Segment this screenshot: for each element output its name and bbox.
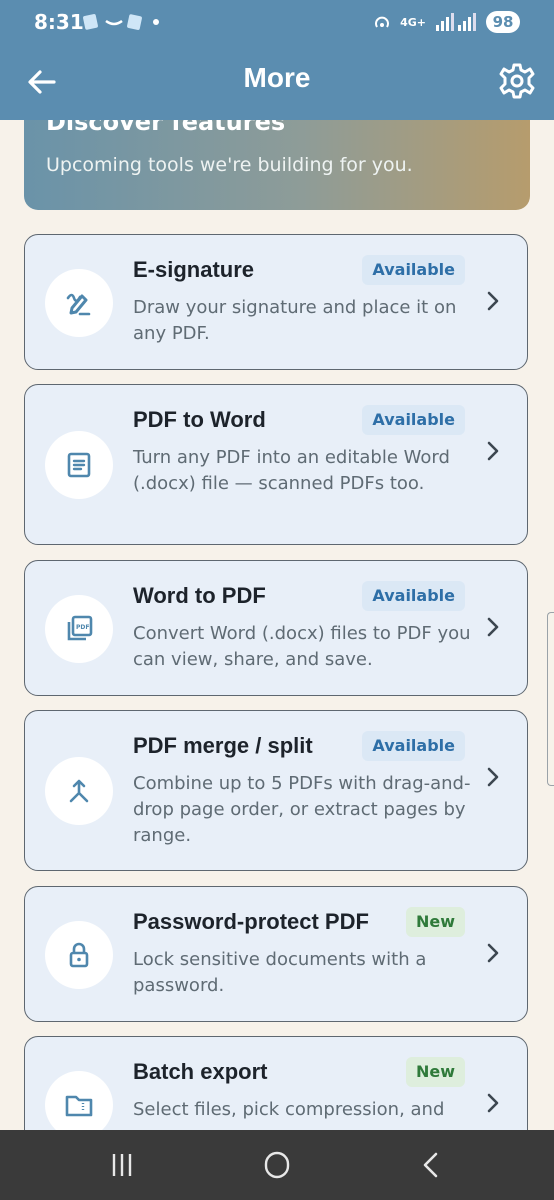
status-badge: Available [362, 255, 465, 285]
gear-icon[interactable] [498, 62, 536, 100]
status-badge: New [405, 907, 465, 937]
feature-card-password-protect[interactable]: Password-protect PDF New Lock sensitive … [24, 886, 528, 1022]
home-icon[interactable] [257, 1148, 297, 1182]
feature-card-pdf-merge-split[interactable]: PDF merge / split Available Combine up t… [24, 710, 528, 871]
chevron-right-icon [487, 1093, 499, 1113]
discover-subheading: Upcoming tools we're building for you. [46, 154, 413, 176]
network-type: 4G+ [400, 15, 426, 29]
hotspot-icon [375, 16, 390, 28]
status-right: 4G+ 98 [372, 10, 520, 34]
page-title: More [243, 62, 311, 93]
feature-card-word-to-pdf[interactable]: PDF Word to PDF Available Convert Word (… [24, 560, 528, 696]
feature-card-pdf-to-word[interactable]: PDF to Word Available Turn any PDF into … [24, 384, 528, 545]
scrollbar[interactable] [547, 612, 554, 786]
status-badge: Available [362, 731, 465, 761]
system-nav-bar [0, 1130, 554, 1200]
folder-zip-icon [65, 1095, 93, 1117]
status-badge: New [405, 1057, 465, 1087]
lock-icon [69, 942, 89, 968]
notification-icons [83, 14, 159, 30]
feature-icon-circle [45, 921, 113, 989]
battery-level: 98 [486, 11, 520, 33]
feature-description: Lock sensitive documents with a password… [133, 949, 427, 996]
recent-apps-icon[interactable] [102, 1148, 142, 1182]
feature-name: Batch export [133, 1059, 268, 1084]
discover-heading: Discover features [46, 120, 286, 136]
chevron-right-icon [487, 617, 499, 637]
feature-icon-circle [45, 269, 113, 337]
discover-banner: Discover features Upcoming tools we're b… [24, 120, 530, 210]
feature-card-batch-export[interactable]: Batch export New Select files, pick comp… [24, 1036, 528, 1130]
feature-name: Word to PDF [133, 583, 266, 608]
feature-card-e-signature[interactable]: E-signature Available Draw your signatur… [24, 234, 528, 370]
feature-icon-circle [45, 431, 113, 499]
status-badge: Available [362, 405, 465, 435]
status-time: 8:31 [34, 10, 84, 34]
feature-name: E-signature [133, 257, 255, 282]
pen-signature-icon [66, 293, 91, 316]
feature-description: Select files, pick compression, and [133, 1099, 445, 1120]
svg-text:PDF: PDF [76, 624, 89, 631]
feature-name: PDF to Word [133, 407, 266, 432]
feature-description: Combine up to 5 PDFs with drag-and-drop … [133, 773, 471, 846]
feature-icon-circle [45, 757, 113, 825]
pdf-stack-icon: PDF [67, 615, 93, 641]
feature-name: Password-protect PDF [133, 909, 369, 934]
feature-name: PDF merge / split [133, 733, 313, 758]
back-icon[interactable] [412, 1148, 452, 1182]
chevron-right-icon [487, 441, 499, 461]
feature-description: Draw your signature and place it on any … [133, 297, 457, 344]
chevron-right-icon [487, 943, 499, 963]
features-list[interactable]: Discover features Upcoming tools we're b… [0, 120, 554, 1130]
feature-icon-circle [45, 1071, 113, 1130]
app-bar: More [0, 44, 554, 120]
chevron-right-icon [487, 291, 499, 311]
feature-description: Convert Word (.docx) files to PDF you ca… [133, 623, 471, 670]
feature-icon-circle: PDF [45, 595, 113, 663]
merge-icon [69, 779, 89, 803]
status-bar: 8:31 4G+ 98 [0, 0, 554, 44]
chevron-right-icon [487, 767, 499, 787]
feature-description: Turn any PDF into an editable Word (.doc… [133, 447, 450, 494]
document-lines-icon [67, 452, 91, 478]
top-bar: 8:31 4G+ 98 More [0, 0, 554, 120]
status-badge: Available [362, 581, 465, 611]
signal-icon [436, 13, 476, 31]
